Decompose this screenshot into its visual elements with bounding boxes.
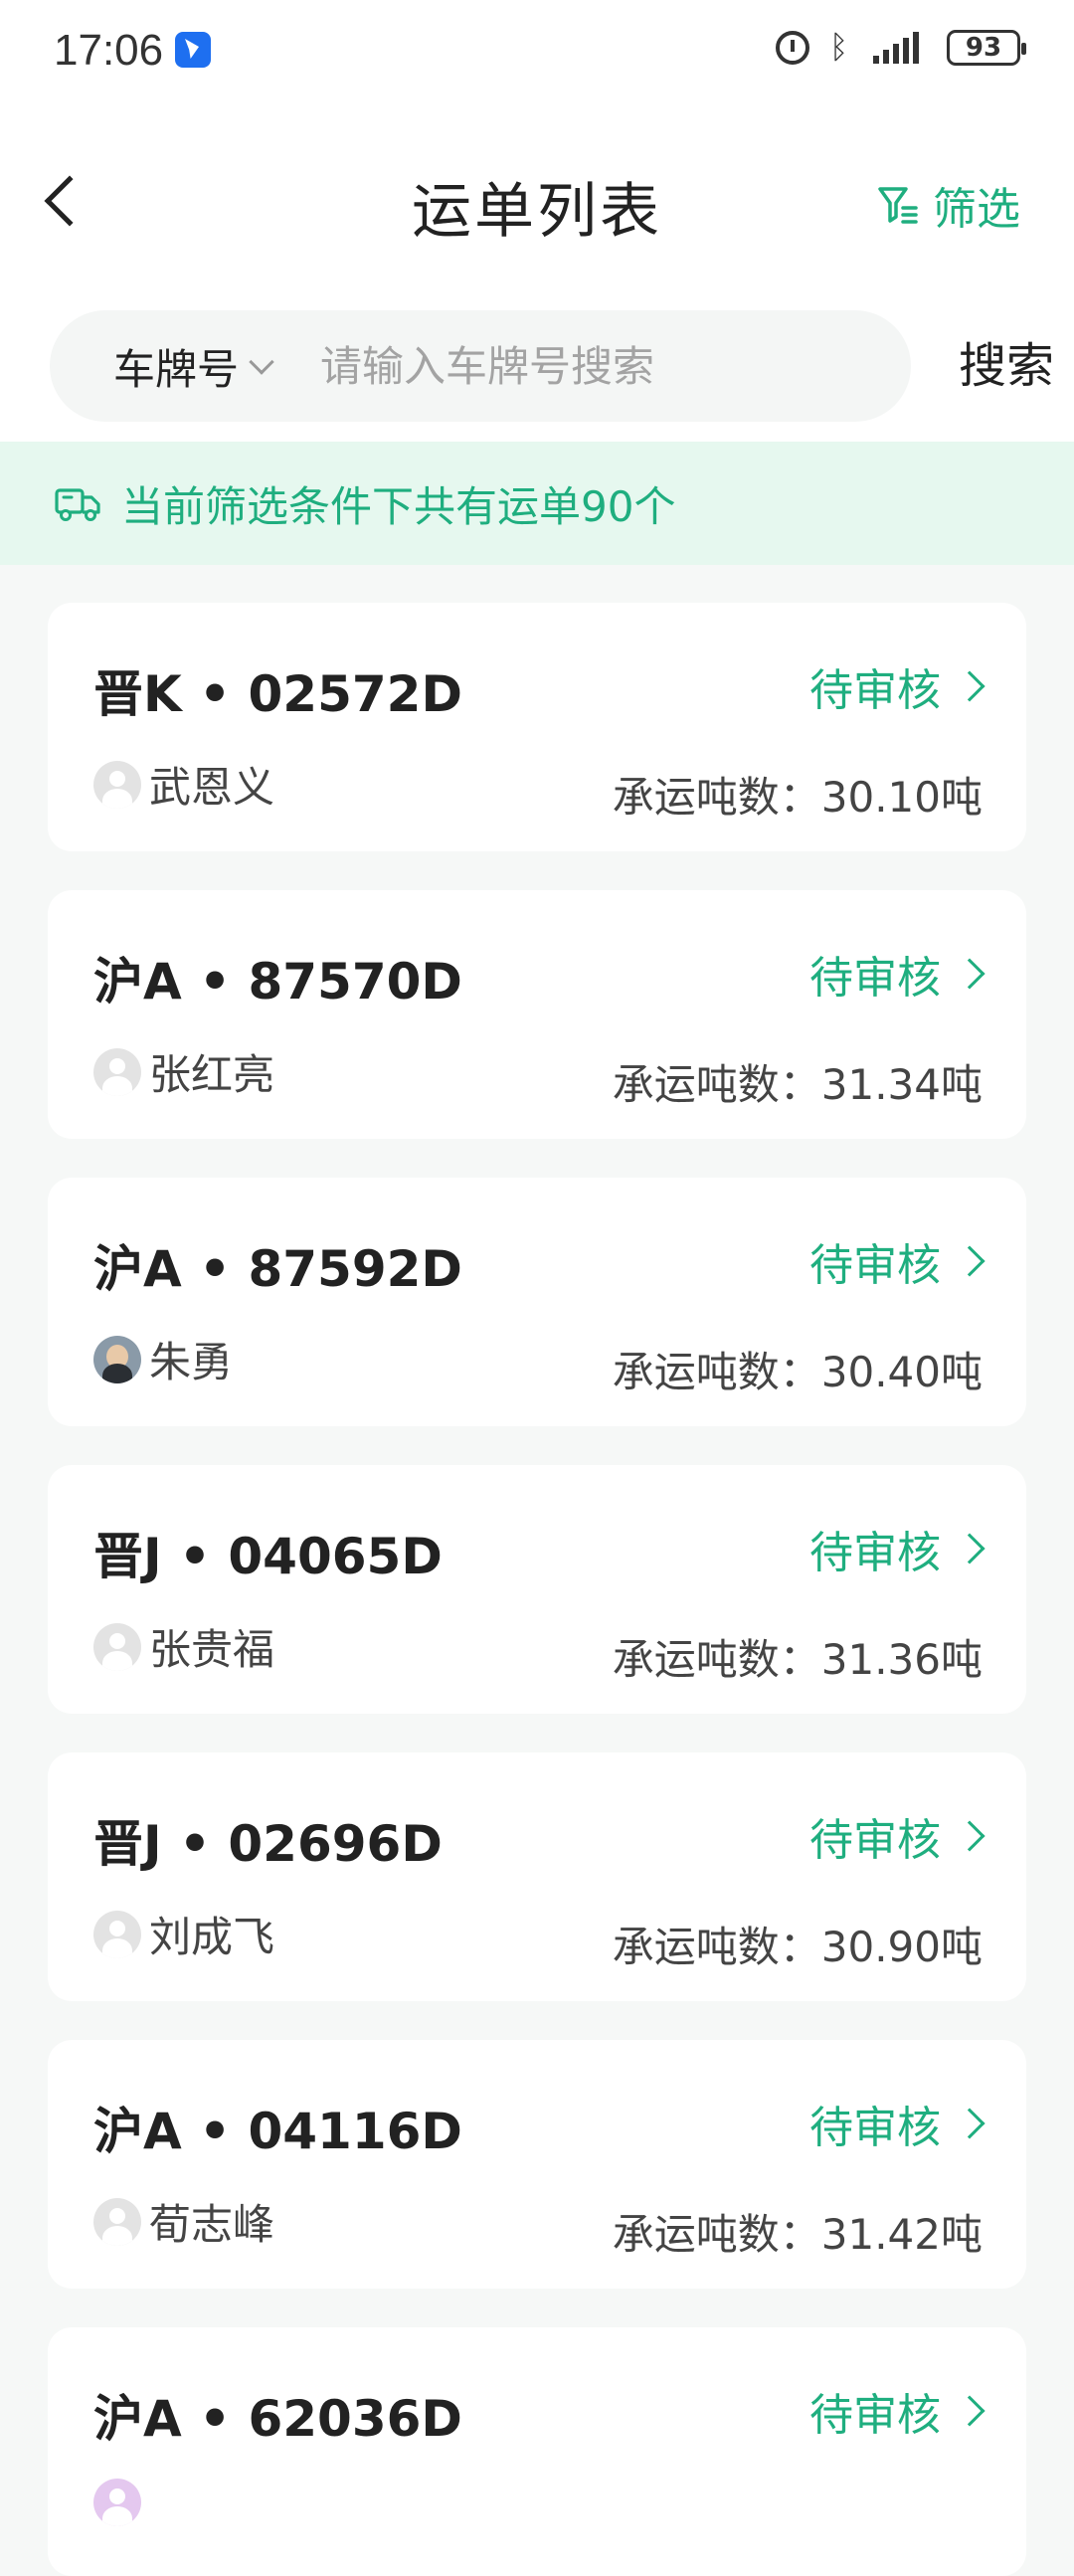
plate-number: 晋J • 02696D bbox=[93, 1815, 443, 1873]
status-label: 待审核 bbox=[809, 665, 941, 716]
weight-label: 承运吨数： bbox=[612, 1923, 821, 1971]
driver-name: 刘成飞 bbox=[149, 1913, 275, 1961]
chevron-right-icon bbox=[954, 958, 985, 990]
weight-info: 承运吨数：31.42吨 bbox=[613, 2201, 983, 2262]
driver-name: 荀志峰 bbox=[149, 2200, 275, 2249]
status-label: 待审核 bbox=[809, 1815, 941, 1866]
summary-text: 当前筛选条件下共有运单90个 bbox=[121, 481, 676, 531]
chevron-right-icon bbox=[954, 2395, 985, 2427]
filter-icon bbox=[877, 184, 919, 226]
status-label: 待审核 bbox=[809, 1240, 941, 1291]
weight-value: 30.90吨 bbox=[820, 1923, 983, 1971]
driver-name: 朱勇 bbox=[149, 1338, 234, 1386]
driver-info: 张贵福 bbox=[93, 1616, 274, 1677]
status-label: 待审核 bbox=[809, 2103, 941, 2153]
status-label: 待审核 bbox=[809, 2390, 941, 2441]
avatar bbox=[93, 1622, 141, 1671]
driver-name: 武恩义 bbox=[149, 763, 275, 812]
weight-value: 31.36吨 bbox=[820, 1635, 983, 1684]
signal-icon bbox=[873, 32, 933, 64]
avatar bbox=[93, 1047, 141, 1096]
summary-bar: 当前筛选条件下共有运单90个 bbox=[0, 442, 1074, 565]
order-card[interactable]: 沪A • 87592D 待审核 朱勇 承运吨数：30.40吨 bbox=[48, 1178, 1026, 1426]
battery-indicator: 93 bbox=[947, 30, 1026, 66]
weight-info: 承运吨数：31.36吨 bbox=[613, 1626, 983, 1687]
order-card[interactable]: 沪A • 62036D 待审核 bbox=[48, 2327, 1026, 2576]
avatar bbox=[93, 2197, 141, 2246]
order-status[interactable]: 待审核 bbox=[809, 654, 986, 718]
plate-number: 沪A • 87570D bbox=[93, 953, 462, 1011]
weight-info: 承运吨数：30.10吨 bbox=[613, 764, 983, 825]
weight-value: 31.42吨 bbox=[820, 2210, 983, 2259]
search-box: 车牌号 bbox=[50, 310, 911, 422]
order-status[interactable]: 待审核 bbox=[809, 2092, 986, 2155]
weight-value: 30.40吨 bbox=[820, 1348, 983, 1396]
order-card[interactable]: 晋K • 02572D 待审核 武恩义 承运吨数：30.10吨 bbox=[48, 603, 1026, 851]
search-type-dropdown[interactable]: 车牌号 bbox=[113, 336, 274, 397]
navigation-bar: 运单列表 筛选 bbox=[0, 103, 1074, 282]
chevron-right-icon bbox=[954, 1245, 985, 1277]
status-icons: 93 bbox=[776, 28, 1026, 66]
driver-info: 张红亮 bbox=[93, 1041, 274, 1102]
order-card[interactable]: 晋J • 04065D 待审核 张贵福 承运吨数：31.36吨 bbox=[48, 1465, 1026, 1714]
order-status[interactable]: 待审核 bbox=[809, 1517, 986, 1580]
order-status[interactable]: 待审核 bbox=[809, 942, 986, 1006]
weight-label: 承运吨数： bbox=[612, 1060, 821, 1109]
weight-info: 承运吨数：30.40吨 bbox=[613, 1339, 983, 1399]
app-notification-icon bbox=[175, 32, 211, 68]
plate-number: 晋J • 04065D bbox=[93, 1528, 443, 1585]
status-bar: 17:06 93 bbox=[0, 0, 1074, 103]
order-status[interactable]: 待审核 bbox=[809, 1229, 986, 1293]
weight-info: 承运吨数：30.90吨 bbox=[613, 1914, 983, 1974]
chevron-down-icon bbox=[249, 349, 274, 375]
weight-label: 承运吨数： bbox=[612, 2210, 821, 2259]
weight-label: 承运吨数： bbox=[612, 773, 821, 822]
chevron-right-icon bbox=[954, 1533, 985, 1564]
driver-name: 张贵福 bbox=[149, 1625, 275, 1674]
status-label: 待审核 bbox=[809, 953, 941, 1004]
truck-icon bbox=[55, 488, 100, 521]
weight-value: 31.34吨 bbox=[820, 1060, 983, 1109]
driver-info: 朱勇 bbox=[93, 1329, 233, 1389]
avatar bbox=[93, 2479, 141, 2526]
order-status[interactable]: 待审核 bbox=[809, 1804, 986, 1868]
order-status[interactable]: 待审核 bbox=[809, 2379, 986, 2443]
chevron-right-icon bbox=[954, 670, 985, 702]
alarm-icon bbox=[776, 31, 809, 65]
chevron-right-icon bbox=[954, 2108, 985, 2139]
plate-number: 沪A • 87592D bbox=[93, 1240, 462, 1298]
weight-label: 承运吨数： bbox=[612, 1635, 821, 1684]
driver-name: 张红亮 bbox=[149, 1050, 275, 1099]
driver-info: 刘成飞 bbox=[93, 1904, 274, 1964]
plate-number: 沪A • 04116D bbox=[93, 2103, 462, 2160]
search-input[interactable] bbox=[320, 341, 838, 391]
search-button[interactable]: 搜索 bbox=[959, 326, 1054, 396]
chevron-right-icon bbox=[954, 1820, 985, 1852]
plate-number: 晋K • 02572D bbox=[93, 665, 462, 723]
weight-info: 承运吨数：31.34吨 bbox=[613, 1051, 983, 1112]
plate-number: 沪A • 62036D bbox=[93, 2390, 462, 2448]
avatar bbox=[93, 1335, 141, 1383]
order-card[interactable]: 晋J • 02696D 待审核 刘成飞 承运吨数：30.90吨 bbox=[48, 1752, 1026, 2001]
avatar bbox=[93, 760, 141, 809]
avatar bbox=[93, 1910, 141, 1958]
search-section: 车牌号 搜索 bbox=[0, 282, 1074, 442]
order-card[interactable]: 沪A • 04116D 待审核 荀志峰 承运吨数：31.42吨 bbox=[48, 2040, 1026, 2289]
bluetooth-icon bbox=[823, 28, 859, 66]
weight-label: 承运吨数： bbox=[612, 1348, 821, 1396]
driver-info bbox=[93, 2479, 149, 2526]
search-type-label: 车牌号 bbox=[113, 344, 240, 394]
weight-value: 30.10吨 bbox=[820, 773, 983, 822]
order-card[interactable]: 沪A • 87570D 待审核 张红亮 承运吨数：31.34吨 bbox=[48, 890, 1026, 1139]
filter-button[interactable]: 筛选 bbox=[877, 173, 1020, 237]
driver-info: 武恩义 bbox=[93, 754, 274, 815]
driver-info: 荀志峰 bbox=[93, 2191, 274, 2252]
filter-label: 筛选 bbox=[933, 184, 1020, 235]
status-time: 17:06 bbox=[54, 26, 164, 75]
status-label: 待审核 bbox=[809, 1528, 941, 1578]
